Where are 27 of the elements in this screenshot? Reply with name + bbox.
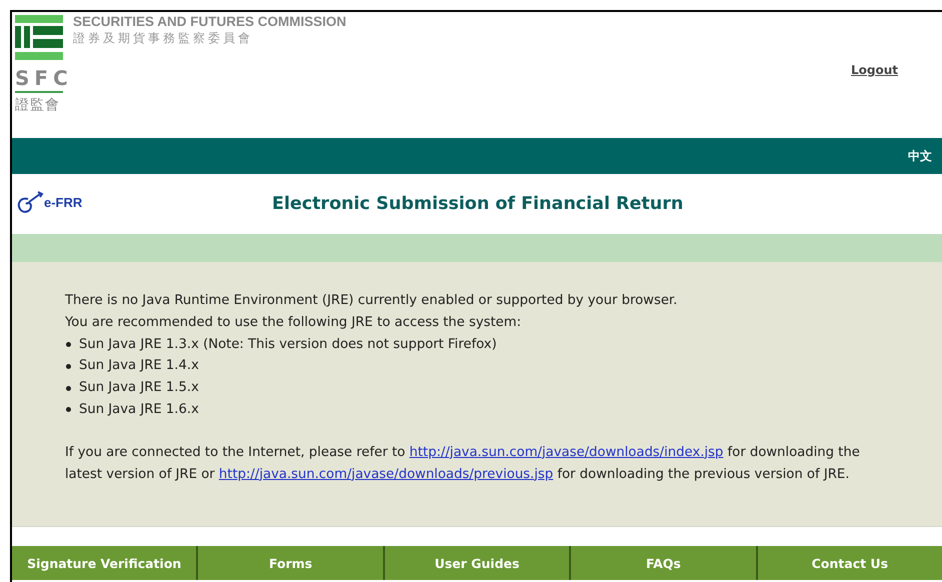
organization-name: SECURITIES AND FUTURES COMMISSION	[73, 14, 346, 30]
logo-text: 證監會	[15, 96, 61, 115]
bullet-icon	[66, 407, 71, 412]
bullet-icon	[66, 342, 71, 347]
page-title: Electronic Submission of Financial Return	[272, 194, 684, 214]
list-item-text: Sun Java JRE 1.5.x	[79, 379, 199, 398]
language-link[interactable]: 中文	[908, 148, 932, 164]
logo-icon	[15, 15, 63, 63]
list-item-text: Sun Java JRE 1.6.x	[79, 400, 199, 419]
bullet-icon	[66, 364, 71, 369]
message-text: You are recommended to use the following JRE to access the system:	[65, 314, 522, 332]
message-text: There is no Java Runtime Environment (JRE) currently enabled or supported by your browser.	[65, 292, 678, 310]
download-link[interactable]: http://java.sun.com/javase/downloads/previous.jsp	[218, 466, 554, 482]
guitar-icon	[16, 190, 44, 214]
nav-link[interactable]: User Guides	[382, 546, 570, 580]
list-item-text: Sun Java JRE 1.3.x (Note: This version does not support Firefox)	[79, 336, 497, 354]
list-item-text: Sun Java JRE 1.4.x	[79, 357, 199, 376]
nav-link[interactable]: Signature Verification	[12, 546, 196, 580]
nav-link[interactable]: Forms	[196, 546, 383, 580]
logout-link[interactable]: Logout	[850, 63, 898, 77]
organization-name: 證券及期貨事務監察委員會	[73, 30, 254, 46]
nav-link[interactable]: Contact Us	[756, 546, 942, 580]
bullet-icon	[66, 386, 71, 391]
download-link[interactable]: http://java.sun.com/javase/downloads/index.jsp	[409, 444, 724, 460]
message-text: If you are connected to the Internet, please refer to http://java.sun.com/javase/downloads/index.jsp for downloading the latest version of JRE or http://java.sun.com/javase/downloads/previous.jsp for downloading the previous version of JRE.	[65, 444, 861, 484]
logo-text: e-FRR	[44, 194, 82, 210]
nav-link[interactable]: FAQs	[569, 546, 756, 580]
